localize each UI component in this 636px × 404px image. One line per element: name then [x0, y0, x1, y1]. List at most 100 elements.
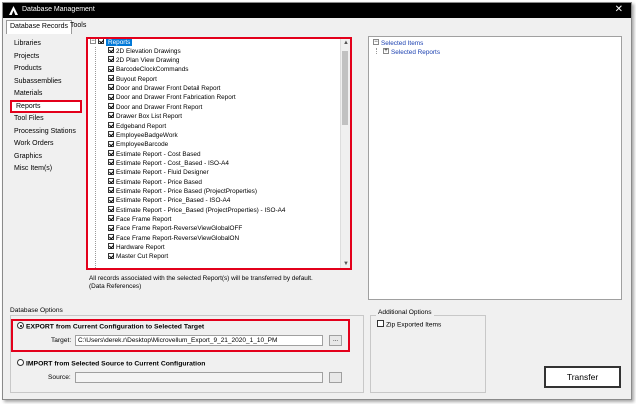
export-label: EXPORT from Current Configuration to Sel… [26, 323, 205, 331]
checkbox-icon[interactable] [108, 93, 114, 100]
tab-tools[interactable]: Tools [67, 20, 89, 34]
sidebar-item-subassemblies[interactable]: Subassemblies [10, 76, 82, 88]
tree-item[interactable]: Master Cut Report [108, 252, 169, 262]
checkbox-icon[interactable] [108, 196, 114, 203]
close-icon[interactable]: ✕ [615, 4, 623, 15]
checkbox-icon[interactable] [108, 234, 114, 240]
checkbox-icon[interactable] [108, 224, 114, 231]
sidebar-item-projects[interactable]: Projects [10, 51, 82, 63]
zip-exported-checkbox[interactable]: Zip Exported Items [377, 320, 442, 329]
sidebar-item-libraries[interactable]: Libraries [10, 38, 82, 50]
scroll-up-icon[interactable]: ▲ [343, 40, 349, 46]
title-bar: Database Management ✕ [3, 3, 631, 18]
checkbox-icon[interactable] [108, 140, 114, 147]
checkbox-icon[interactable] [108, 112, 114, 119]
tree-item[interactable]: Estimate Report - Price Based [108, 177, 202, 188]
tree-item-label: Face Frame Report-ReverseViewGlobalOFF [116, 225, 243, 233]
checkbox-empty-icon[interactable] [377, 320, 384, 327]
reports-tree[interactable]: − Reports 2D Elevation Drawings 2D Plan Vi… [86, 37, 352, 270]
tree-item[interactable]: Drawer Box List Report [108, 112, 183, 122]
checkbox-icon[interactable] [108, 187, 114, 194]
checkbox-icon[interactable] [108, 103, 114, 110]
tree-item[interactable]: Estimate Report - Price_Based - ISO-A4 [108, 196, 230, 206]
app-logo-icon [9, 6, 18, 15]
tree-item[interactable]: Face Frame Report-ReverseViewGlobalON [108, 234, 239, 244]
tab-database-records[interactable]: Database Records [6, 20, 72, 34]
source-browse-button[interactable] [329, 372, 342, 383]
tree-item[interactable]: EmployeeBarcode [108, 140, 169, 150]
tree-item-label: EmployeeBarcode [116, 141, 169, 149]
sidebar-item-reports[interactable]: Reports [10, 100, 82, 113]
tree-item-label: Drawer Box List Report [116, 113, 183, 121]
tree-item[interactable]: Edgeband Report [108, 121, 167, 132]
tree-item[interactable]: Face Frame Report [108, 215, 171, 225]
tree-item[interactable]: Hardware Report [108, 243, 165, 253]
import-radio[interactable]: IMPORT from Selected Source to Current C… [17, 359, 205, 367]
checkbox-icon[interactable] [108, 84, 114, 91]
sidebar-item-work-orders[interactable]: Work Orders [10, 138, 82, 150]
checkbox-icon[interactable] [108, 159, 114, 166]
selected-items-root[interactable]: − Selected Items [373, 39, 423, 49]
tree-item[interactable]: 2D Plan View Drawing [108, 56, 179, 66]
checkbox-icon[interactable] [108, 75, 114, 82]
tree-item-label: Hardware Report [116, 244, 165, 252]
collapse-icon[interactable]: − [373, 39, 379, 46]
tree-scrollbar[interactable]: ▲ ▼ [340, 39, 350, 268]
checkbox-icon[interactable] [108, 65, 114, 72]
zip-label: Zip Exported Items [386, 321, 442, 329]
tree-item-label: BarcodeClockCommands [116, 66, 189, 74]
tree-item[interactable]: Estimate Report - Cost Based [108, 149, 201, 160]
tree-item[interactable]: Estimate Report - Price_Based (ProjectPr… [108, 205, 286, 216]
tree-item[interactable]: EmployeeBadgeWork [108, 131, 178, 141]
tree-item-label: Door and Drawer Front Report [116, 103, 203, 111]
tree-item-label: Edgeband Report [116, 122, 167, 130]
tree-item[interactable]: BarcodeClockCommands [108, 65, 189, 75]
checkbox-icon[interactable] [108, 168, 114, 175]
checkbox-icon[interactable] [108, 56, 114, 63]
source-path-field[interactable] [75, 372, 323, 383]
radio-unselected-icon[interactable] [17, 359, 24, 366]
tree-item-label: Buyout Report [116, 75, 157, 83]
checkbox-icon[interactable] [108, 47, 114, 53]
sidebar-item-processing-stations[interactable]: Processing Stations [10, 126, 82, 138]
scroll-thumb[interactable] [342, 51, 348, 125]
tree-item[interactable]: Estimate Report - Fluid Designer [108, 168, 209, 178]
checkbox-icon[interactable] [108, 149, 114, 156]
target-browse-button[interactable]: ... [329, 335, 342, 346]
radio-selected-icon[interactable] [17, 322, 24, 329]
collapse-icon[interactable]: − [90, 39, 96, 45]
checkbox-icon[interactable] [108, 252, 114, 259]
tree-item-label: Estimate Report - Fluid Designer [116, 169, 209, 177]
target-path-field[interactable]: C:\Users\derek.r\Desktop\Microvellum_Exp… [75, 335, 323, 346]
transfer-note-line1: All records associated with the selected… [89, 275, 313, 282]
transfer-button[interactable]: Transfer [544, 366, 621, 388]
checkbox-icon[interactable] [108, 205, 114, 212]
checkbox-icon[interactable] [108, 121, 114, 128]
checkbox-icon[interactable] [108, 243, 114, 250]
tree-item[interactable]: Door and Drawer Front Report [108, 103, 203, 113]
checkbox-icon[interactable] [108, 215, 114, 222]
tree-item[interactable]: Buyout Report [108, 75, 157, 85]
tree-item-label: Master Cut Report [116, 253, 169, 261]
tree-item[interactable]: Face Frame Report-ReverseViewGlobalOFF [108, 224, 243, 234]
sidebar-item-tool-files[interactable]: Tool Files [10, 113, 82, 125]
sidebar-item-misc-items[interactable]: Misc Item(s) [10, 163, 82, 175]
sidebar-item-products[interactable]: Products [10, 63, 82, 75]
export-radio[interactable]: EXPORT from Current Configuration to Sel… [17, 322, 205, 331]
tree-item[interactable]: Door and Drawer Front Detail Report [108, 84, 220, 94]
sidebar-item-graphics[interactable]: Graphics [10, 151, 82, 163]
selected-reports-node[interactable]: + Selected Reports [383, 47, 440, 58]
tree-item-label: Estimate Report - Price_Based (ProjectPr… [116, 206, 286, 214]
selected-items-panel: − Selected Items + Selected Reports [368, 36, 622, 300]
expand-icon[interactable]: + [383, 47, 389, 54]
tree-item[interactable]: Estimate Report - Price Based (ProjectPr… [108, 187, 257, 197]
tree-item[interactable]: 2D Elevation Drawings [108, 47, 181, 57]
scroll-down-icon[interactable]: ▼ [343, 261, 349, 267]
tree-item-label: Estimate Report - Price Based [116, 178, 202, 186]
tree-item[interactable]: Estimate Report - Cost_Based - ISO-A4 [108, 159, 229, 169]
checkbox-icon[interactable] [108, 177, 114, 184]
sidebar-item-materials[interactable]: Materials [10, 88, 82, 100]
tree-item[interactable]: Door and Drawer Front Fabrication Report [108, 93, 236, 103]
checkbox-icon[interactable] [108, 131, 114, 138]
checkbox-icon[interactable] [98, 39, 104, 45]
